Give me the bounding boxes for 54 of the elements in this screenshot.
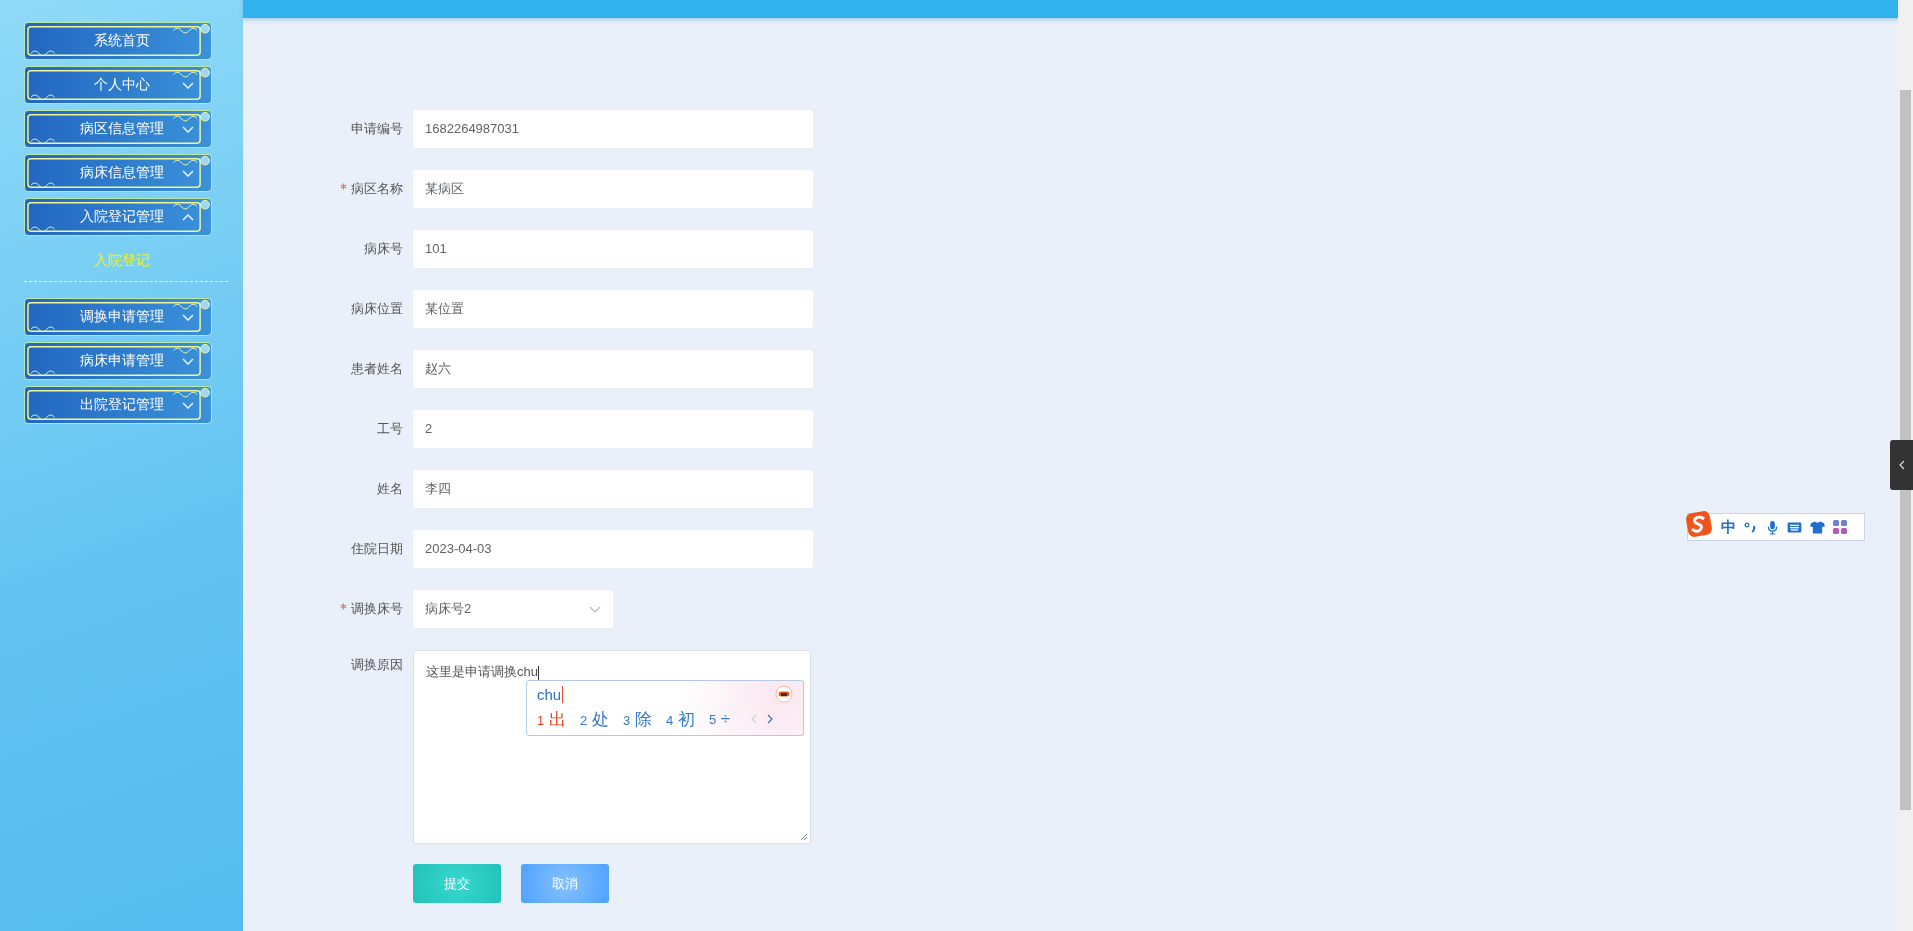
field-label: 病床号 — [364, 241, 403, 256]
caret-icon — [589, 605, 601, 613]
menu-item[interactable]: 个人中心 — [24, 66, 212, 104]
input-field[interactable]: 101 — [413, 230, 813, 268]
field-label: 住院日期 — [351, 541, 403, 556]
ime-candidate[interactable]: 5 ÷ — [708, 709, 731, 729]
chevron-left-icon — [1898, 460, 1905, 470]
apps-icon[interactable] — [1833, 520, 1847, 534]
chevron-down-icon — [182, 402, 194, 409]
chevron-down-icon — [182, 126, 194, 133]
menu-item[interactable]: 系统首页 — [24, 22, 212, 60]
keyboard-icon[interactable] — [1787, 521, 1802, 533]
chevron-down-icon — [182, 82, 194, 89]
menu-item[interactable]: 调换申请管理 — [24, 298, 212, 336]
input-field[interactable]: 赵六 — [413, 350, 813, 388]
field-label: 申请编号 — [351, 121, 403, 136]
field-label: 调换原因 — [351, 657, 403, 672]
collapse-tab[interactable] — [1890, 440, 1913, 490]
ime-composition: chu — [537, 685, 564, 703]
menu-item[interactable]: 病区信息管理 — [24, 110, 212, 148]
menu-item[interactable]: 病床信息管理 — [24, 154, 212, 192]
punctuation-icon[interactable] — [1744, 520, 1758, 534]
microphone-icon[interactable] — [1766, 519, 1779, 535]
field-label: 病床位置 — [351, 301, 403, 316]
ime-candidate[interactable]: 1 出 — [537, 707, 566, 731]
input-field[interactable]: 2023-04-03 — [413, 530, 813, 568]
field-label: 姓名 — [377, 481, 403, 496]
field-label: 调换床号 — [351, 601, 403, 616]
select-value: 病床号2 — [425, 600, 472, 618]
menu-item[interactable]: 入院登记管理 — [24, 198, 212, 236]
ime-mode[interactable]: 中 — [1721, 517, 1736, 537]
chevron-down-icon — [182, 358, 194, 365]
input-field[interactable]: 某病区 — [413, 170, 813, 208]
menu-item[interactable]: 病床申请管理 — [24, 342, 212, 380]
resize-grip-icon — [800, 833, 808, 841]
select-field[interactable]: 病床号2 — [413, 590, 613, 628]
menu-item[interactable]: 出院登记管理 — [24, 386, 212, 424]
scrollbar[interactable] — [1898, 0, 1913, 931]
input-field[interactable]: 李四 — [413, 470, 813, 508]
field-label: 工号 — [377, 421, 403, 436]
chevron-up-icon — [182, 214, 194, 221]
ime-logo-icon[interactable] — [1685, 510, 1713, 538]
field-label: 病区名称 — [351, 181, 403, 196]
input-field[interactable]: 某位置 — [413, 290, 813, 328]
mascot-icon — [775, 685, 793, 703]
ime-candidate[interactable]: 4 初 — [665, 707, 695, 731]
field-label: 患者姓名 — [351, 361, 403, 376]
input-field[interactable]: 2 — [413, 410, 813, 448]
input-field[interactable]: 1682264987031 — [413, 110, 813, 148]
chevron-down-icon — [182, 314, 194, 321]
ime-candidate[interactable]: 2 处 — [579, 707, 609, 731]
ime-candidate[interactable]: 3 除 — [622, 707, 652, 731]
shirt-icon[interactable] — [1810, 520, 1825, 534]
chevron-down-icon — [182, 170, 194, 177]
